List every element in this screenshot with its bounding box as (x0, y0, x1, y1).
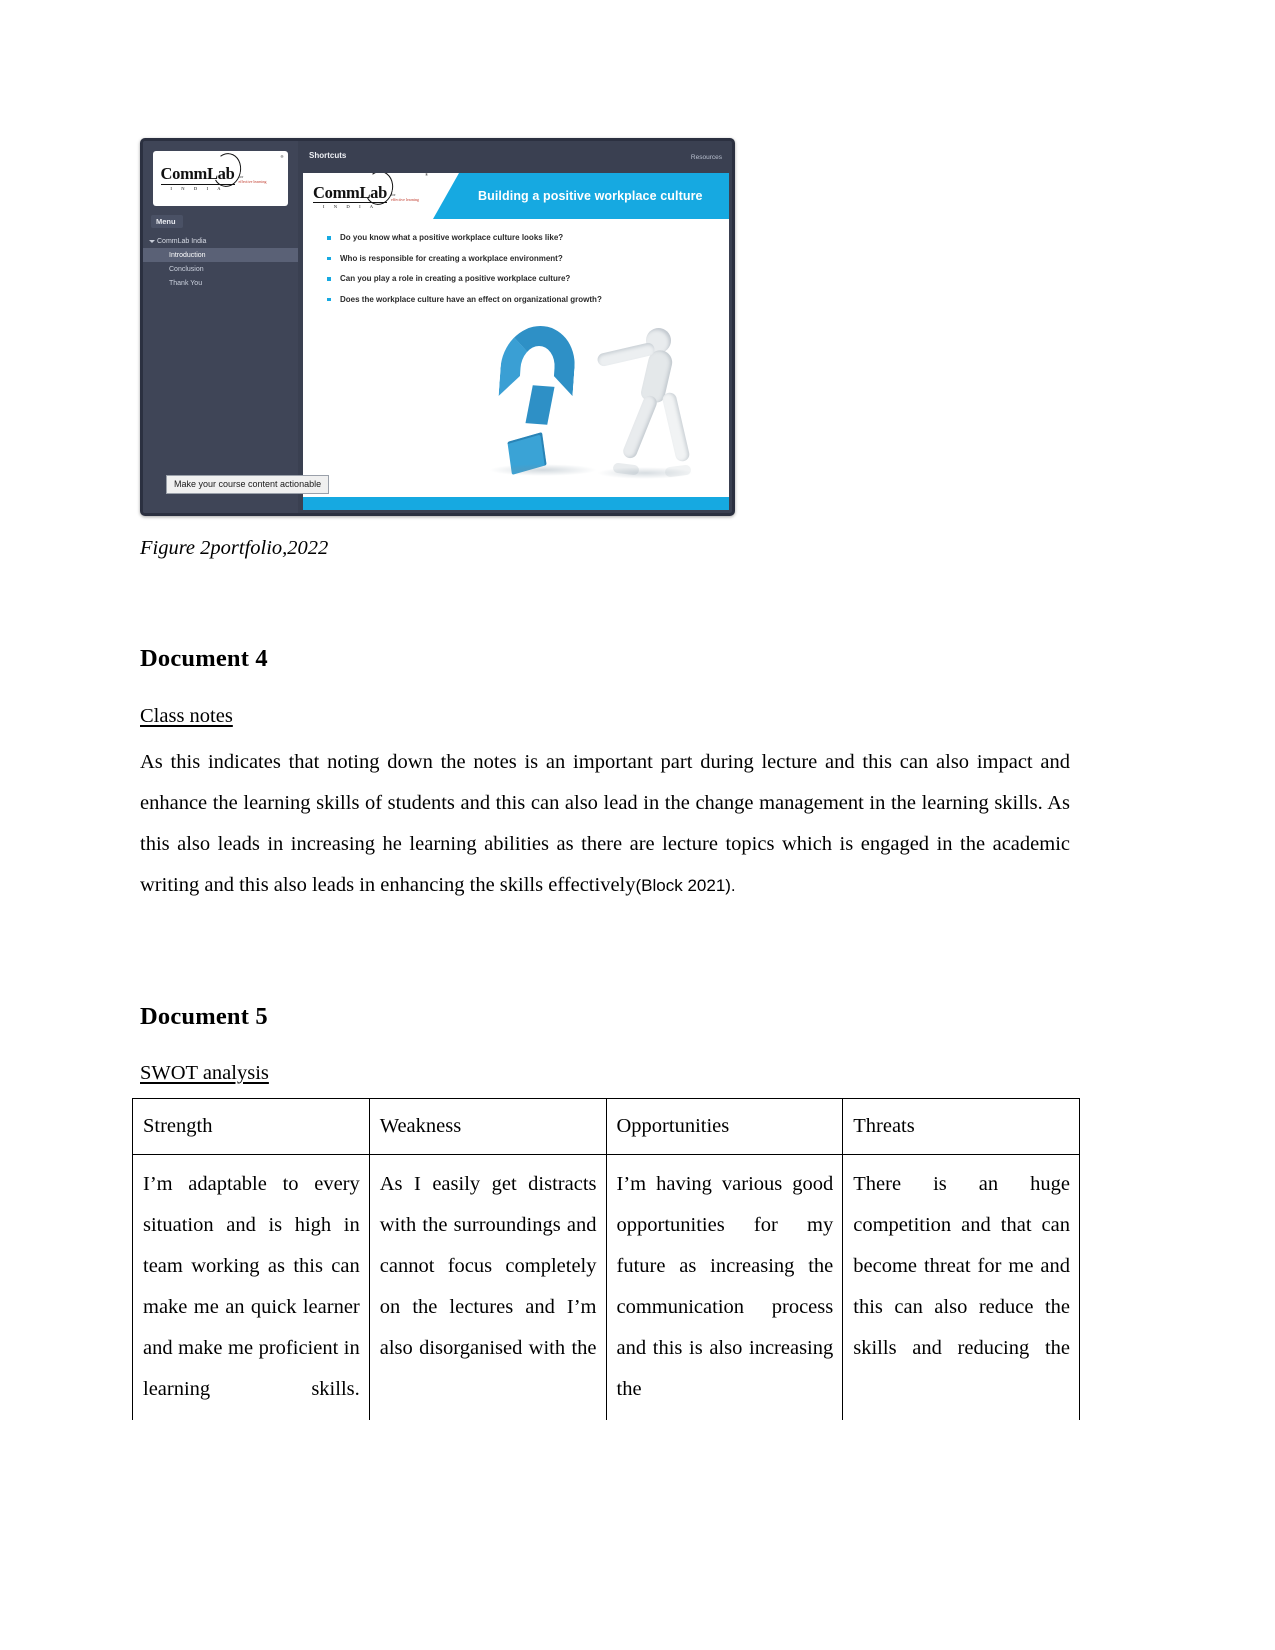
figure-caption: Figure 2portfolio,2022 (140, 537, 329, 559)
column-header-strength: Strength (132, 1098, 370, 1155)
tree-item-label: Conclusion (169, 265, 204, 273)
cell-opportunities-text: I’m having various good opportunities fo… (616, 1173, 834, 1400)
question-mark-illustration (477, 315, 707, 480)
slide-bullet-item: Who is responsible for creating a workpl… (327, 254, 719, 264)
slide-logo-wordmark: CommLab (313, 182, 387, 202)
paragraph-text: As this indicates that noting down the n… (140, 751, 1070, 896)
slide-tagline-effective: effective learning (391, 197, 420, 202)
cell-strength-text: I’m adaptable to every situation and is … (143, 1173, 360, 1400)
cell-weakness: As I easily get distracts with the surro… (368, 1154, 607, 1420)
slide-bullet-list: Do you know what a positive workplace cu… (327, 233, 719, 315)
table-row: I’m adaptable to every situation and is … (132, 1154, 1080, 1420)
slide-logo-country: I N D I A (313, 202, 387, 209)
page-title-document-5: Document 5 (140, 1003, 268, 1030)
column-header-opportunities: Opportunities (605, 1098, 844, 1155)
figure-elearning-screenshot: CommLab I N D I A ® for effective learni… (140, 138, 735, 516)
slide-body: Do you know what a positive workplace cu… (303, 219, 729, 510)
tree-root-commlab-india[interactable]: CommLab India (143, 235, 298, 248)
cell-opportunities: I’m having various good opportunities fo… (605, 1154, 844, 1420)
commlab-logo: CommLab I N D I A ® for effective learni… (153, 149, 288, 206)
elearning-sidebar: CommLab I N D I A ® for effective learni… (143, 141, 298, 513)
slide-registered-trademark-icon: ® (424, 173, 428, 177)
subheading-swot-analysis: SWOT analysis (140, 1062, 269, 1084)
column-header-threats: Threats (842, 1098, 1080, 1155)
person-figure-icon (595, 328, 693, 479)
tree-item-label: Introduction (169, 251, 206, 259)
tree-item-thank-you[interactable]: Thank You (143, 276, 298, 290)
menu-label: Menu (151, 215, 183, 228)
cell-strength: I’m adaptable to every situation and is … (132, 1154, 370, 1420)
commlab-logo-country: I N D I A (160, 183, 235, 191)
slide-bullet-item: Does the workplace culture have an effec… (327, 295, 719, 305)
course-menu-tree: CommLab India Introduction Conclusion Th… (143, 235, 298, 290)
table-header-row: Strength Weakness Opportunities Threats (132, 1098, 1080, 1155)
cell-threats: There is an huge competition and that ca… (842, 1154, 1080, 1420)
resources-button[interactable]: Resources (691, 154, 722, 161)
question-mark-icon (487, 324, 597, 476)
cell-weakness-text: As I easily get distracts with the surro… (379, 1173, 597, 1359)
tree-item-label: Thank You (169, 279, 203, 287)
slide-commlab-logo: CommLab I N D I A ® for effective learni… (313, 173, 428, 215)
slide-header: CommLab I N D I A ® for effective learni… (303, 173, 729, 219)
cell-threats-text: There is an huge competition and that ca… (853, 1173, 1070, 1359)
tree-item-introduction[interactable]: Introduction (143, 248, 298, 262)
citation-block-2021: (Block 2021). (635, 876, 736, 895)
slide-canvas: CommLab I N D I A ® for effective learni… (303, 173, 729, 510)
column-header-weakness: Weakness (368, 1098, 607, 1155)
subheading-class-notes: Class notes (140, 705, 233, 727)
swot-table-clip: Strength Weakness Opportunities Threats … (0, 1098, 1275, 1420)
commlab-tagline-effective: effective learning (238, 178, 267, 184)
slide-bullet-item: Do you know what a positive workplace cu… (327, 233, 719, 243)
shortcuts-button[interactable]: Shortcuts (309, 151, 346, 160)
page-title-document-4: Document 4 (140, 645, 268, 672)
document-page: CommLab I N D I A ® for effective learni… (0, 0, 1275, 1650)
paragraph-class-notes: As this indicates that noting down the n… (140, 742, 1070, 906)
tree-root-label: CommLab India (157, 238, 207, 245)
slide-bullet-item: Can you play a role in creating a positi… (327, 274, 719, 284)
tree-item-conclusion[interactable]: Conclusion (143, 262, 298, 276)
commlab-logo-wordmark: CommLab (160, 164, 235, 184)
tooltip-make-course-actionable: Make your course content actionable (166, 475, 330, 494)
slide-title: Building a positive workplace culture (478, 189, 703, 203)
chevron-down-icon[interactable] (149, 240, 155, 243)
swot-analysis-table: Strength Weakness Opportunities Threats … (132, 1098, 1080, 1420)
registered-trademark-icon: ® (280, 153, 284, 159)
slide-footer-bar (303, 497, 729, 510)
elearning-player-window: CommLab I N D I A ® for effective learni… (140, 138, 735, 516)
